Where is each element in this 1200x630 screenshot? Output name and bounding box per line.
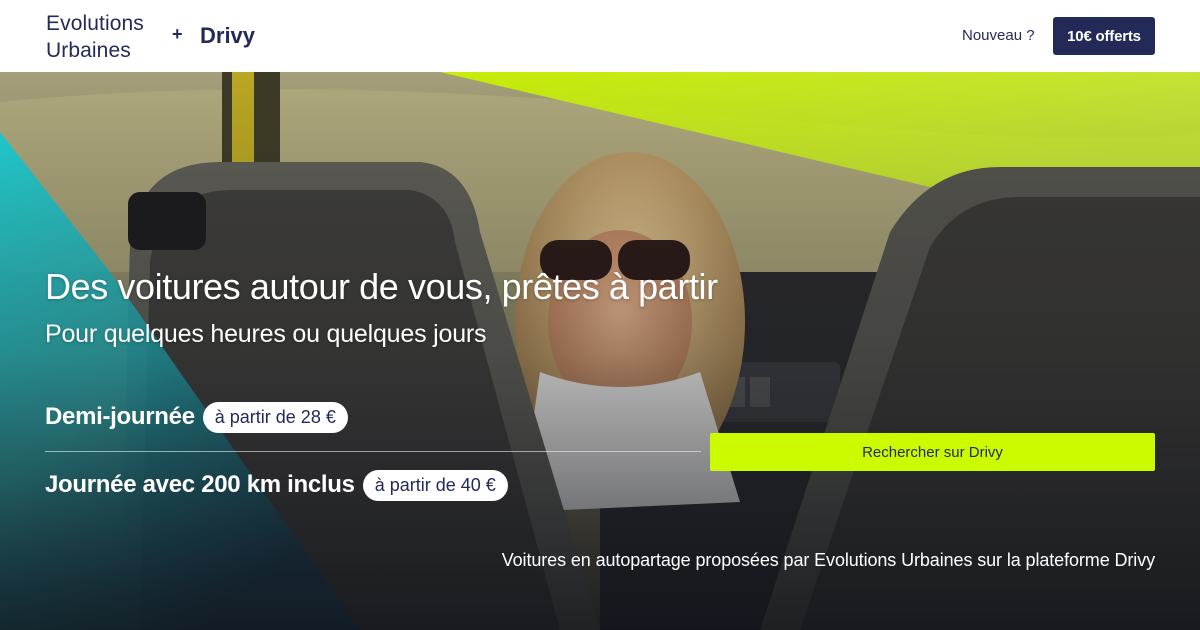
hero-subheadline: Pour quelques heures ou quelques jours — [45, 320, 487, 348]
site-header: Evolutions Urbaines + Drivy Nouveau ? 10… — [0, 0, 1200, 72]
offer-button[interactable]: 10€ offerts — [1053, 17, 1155, 55]
logo-line-1: Evolutions — [46, 12, 144, 35]
drivy-logo[interactable]: Drivy — [200, 23, 255, 49]
offer-row-full-day: Journée avec 200 km inclus à partir de 4… — [45, 465, 508, 505]
hero-section: Des voitures autour de vous, prêtes à pa… — [0, 72, 1200, 630]
hero-content: Des voitures autour de vous, prêtes à pa… — [0, 72, 1200, 630]
offer-row-half-day: Demi-journée à partir de 28 € — [45, 397, 348, 437]
search-drivy-button[interactable]: Rechercher sur Drivy — [710, 433, 1155, 471]
plus-sign: + — [172, 24, 183, 44]
offer-name: Journée avec 200 km inclus — [45, 471, 355, 498]
nouveau-link[interactable]: Nouveau ? — [962, 27, 1035, 44]
offer-name: Demi-journée — [45, 403, 195, 430]
hero-footnote: Voitures en autopartage proposées par Ev… — [501, 550, 1155, 570]
offer-divider — [45, 451, 701, 452]
price-pill: à partir de 28 € — [202, 401, 348, 433]
price-pill: à partir de 40 € — [362, 469, 508, 501]
logo-line-2: Urbaines — [46, 39, 131, 62]
evolutions-urbaines-logo[interactable]: Evolutions Urbaines — [46, 10, 144, 64]
hero-headline: Des voitures autour de vous, prêtes à pa… — [45, 266, 718, 307]
